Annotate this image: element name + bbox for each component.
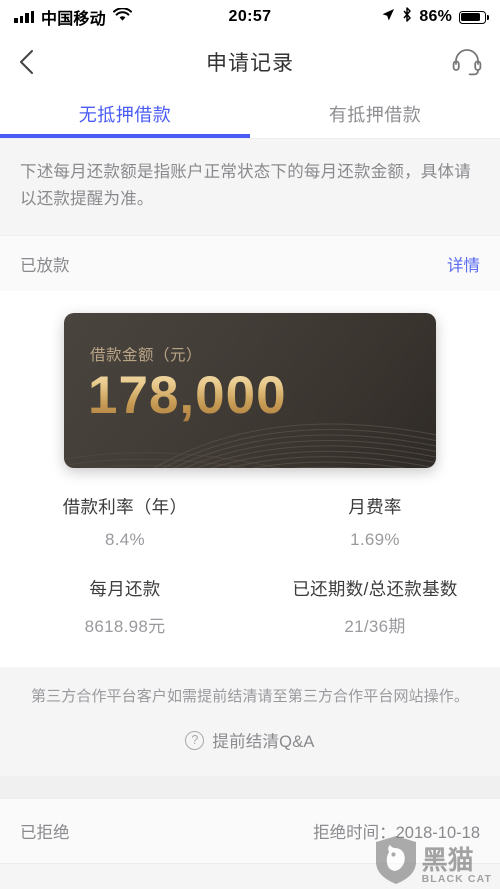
wifi-icon: [112, 6, 132, 27]
back-chevron-icon: [20, 50, 33, 74]
loan-content: 借款金额（元） 178,000 借款利率（年） 8.4% 月费率 1.69% 每…: [0, 291, 500, 668]
metric-value: 8.4%: [105, 530, 145, 550]
metric-monthly-fee-rate: 月费率 1.69%: [250, 494, 500, 550]
support-button[interactable]: [452, 48, 482, 76]
section-gap: [0, 776, 500, 799]
signal-bars-icon: [14, 11, 34, 23]
metric-interest-rate: 借款利率（年） 8.4%: [0, 494, 250, 550]
rejected-time-label: 拒绝时间：2018-10-18: [313, 824, 480, 843]
nav-bar: 申请记录: [0, 34, 500, 90]
tab-active-indicator: [0, 134, 250, 138]
metric-label: 借款利率（年）: [62, 497, 188, 518]
metric-label: 每月还款: [89, 579, 161, 600]
loan-metrics-row-2: 每月还款 8618.98元 已还期数/总还款基数 21/36期: [0, 550, 500, 637]
carrier-label: 中国移动: [41, 11, 106, 28]
repayment-notice: 下述每月还款额是指账户正常状态下的每月还款金额，具体请以还款提醒为准。: [0, 139, 500, 236]
metric-value: 1.69%: [350, 530, 400, 550]
card-amount-value: 178,000: [88, 366, 287, 426]
loan-metrics-row-1: 借款利率（年） 8.4% 月费率 1.69%: [0, 468, 500, 550]
loan-details-link[interactable]: 详情: [447, 252, 480, 276]
tab-unsecured-loan[interactable]: 无抵押借款: [0, 90, 250, 138]
location-arrow-icon: [381, 8, 395, 27]
rejected-record-row[interactable]: 已拒绝 拒绝时间：2018-10-18: [0, 798, 500, 865]
early-settlement-qa-link[interactable]: ? 提前结清Q&A: [0, 706, 500, 777]
loan-status-label: 已放款: [20, 256, 70, 275]
phone-screen: 中国移动 20:57 86% 申请记录 无抵押借款 有抵押借款 下述每月还款额是…: [0, 0, 500, 889]
status-bar-right: 86%: [381, 7, 490, 27]
headset-icon: [452, 49, 482, 76]
metric-value: 21/36期: [344, 617, 406, 637]
loan-status-band: 已放款 详情: [0, 235, 500, 292]
metric-value: 8618.98元: [84, 617, 166, 637]
loan-amount-card: 借款金额（元） 178,000: [64, 313, 436, 469]
battery-percent-label: 86%: [419, 8, 452, 25]
qa-label: 提前结清Q&A: [212, 733, 315, 752]
metric-installments: 已还期数/总还款基数 21/36期: [250, 576, 500, 637]
bluetooth-icon: [402, 7, 412, 27]
metric-label: 月费率: [348, 497, 402, 518]
tab-bar: 无抵押借款 有抵押借款: [0, 90, 500, 138]
battery-icon: [459, 10, 490, 24]
card-amount-label: 借款金额（元）: [90, 347, 203, 365]
tab-secured-loan[interactable]: 有抵押借款: [250, 90, 500, 138]
content-bottom-space: [0, 637, 500, 667]
rejected-status-label: 已拒绝: [20, 824, 70, 843]
status-bar-left: 中国移动: [14, 5, 132, 29]
metric-monthly-repayment: 每月还款 8618.98元: [0, 576, 250, 637]
page-title: 申请记录: [206, 52, 294, 75]
watermark-en-label: BLACK CAT: [421, 873, 492, 885]
third-party-note: 第三方合作平台客户如需提前结清请至第三方合作平台网站操作。: [0, 667, 500, 707]
metric-label: 已还期数/总还款基数: [292, 579, 458, 600]
back-button[interactable]: [18, 48, 35, 76]
question-circle-icon: ?: [185, 730, 205, 750]
status-bar: 中国移动 20:57 86%: [0, 0, 500, 34]
